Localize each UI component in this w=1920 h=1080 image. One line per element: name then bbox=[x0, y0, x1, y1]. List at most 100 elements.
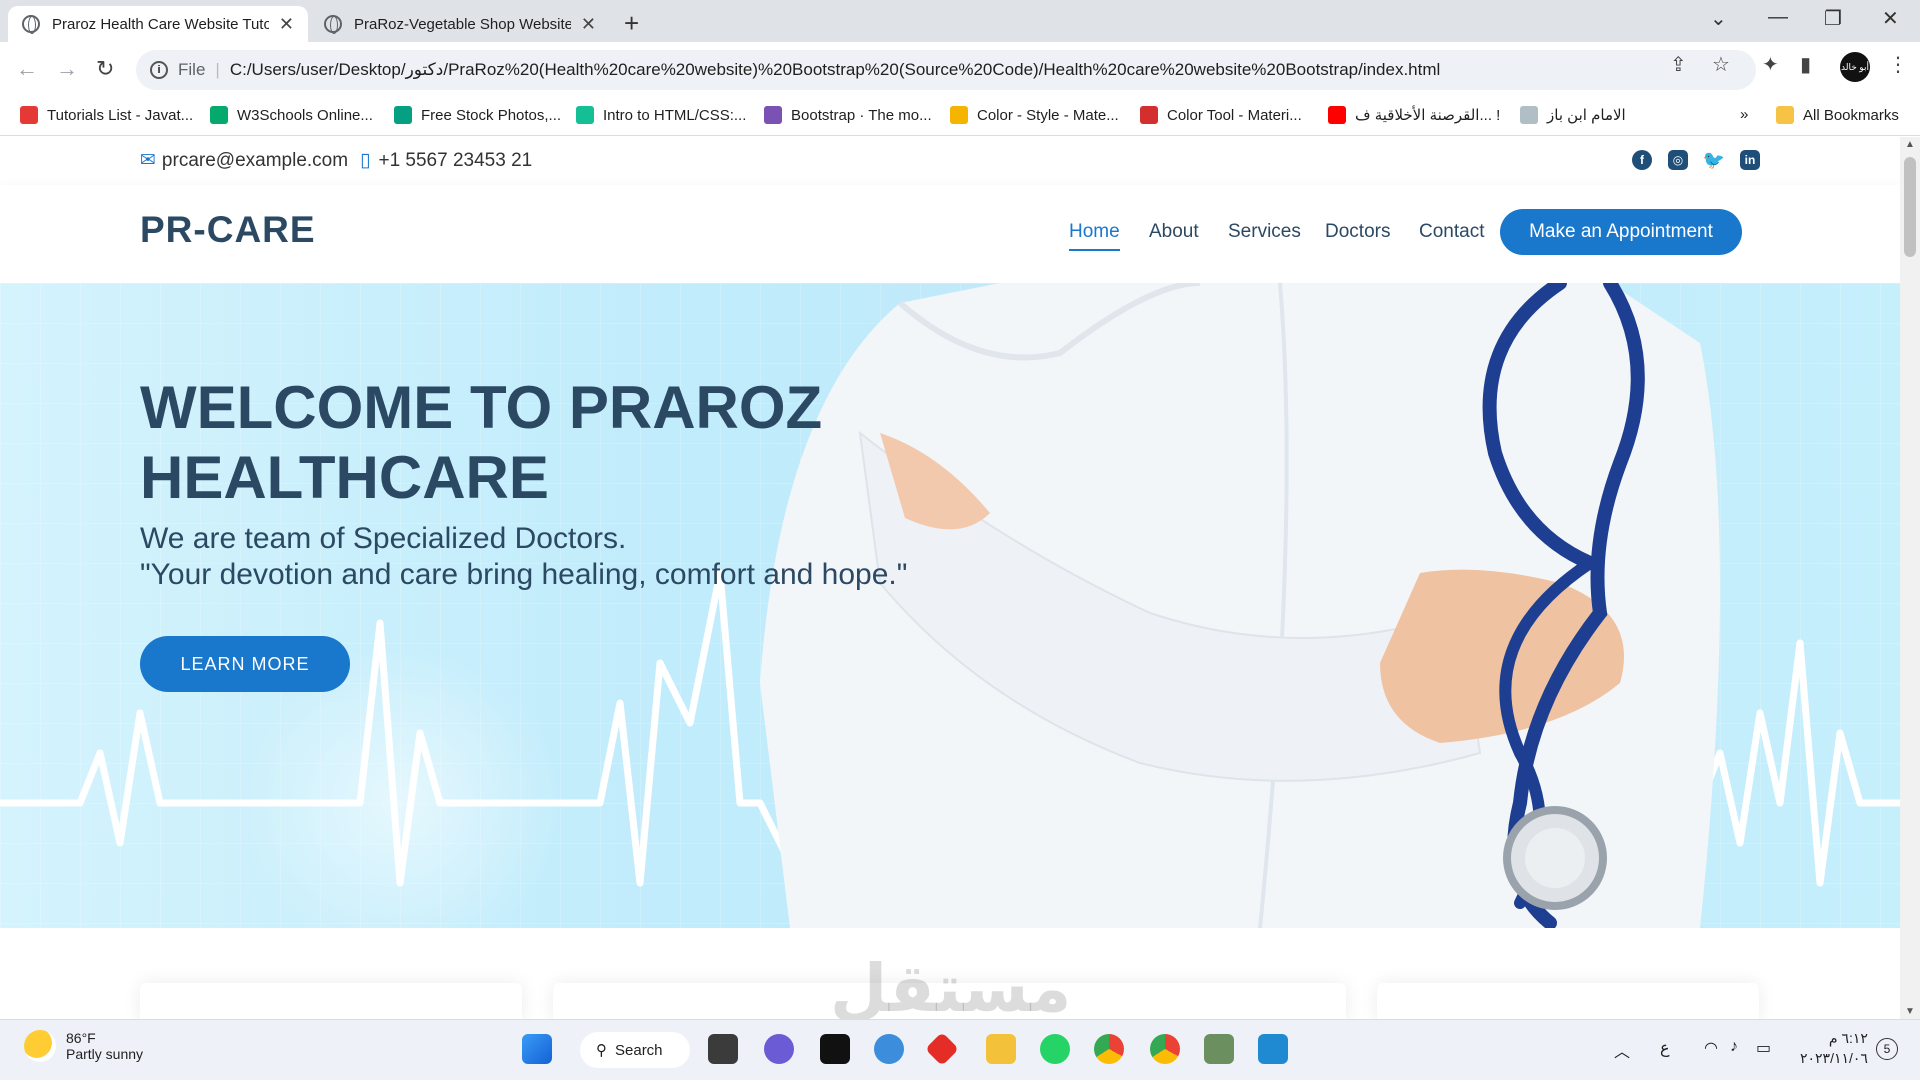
tab-inactive[interactable]: PraRoz-Vegetable Shop Website ✕ bbox=[310, 6, 610, 42]
feature-card bbox=[140, 983, 522, 1019]
app-icon[interactable] bbox=[925, 1032, 959, 1066]
app-icon[interactable] bbox=[820, 1034, 850, 1064]
bookmark-item[interactable]: Intro to HTML/CSS:... bbox=[576, 106, 746, 124]
keyboard-language[interactable]: ع bbox=[1660, 1038, 1670, 1058]
more-bookmarks-icon[interactable]: » bbox=[1740, 106, 1748, 123]
bookmark-item[interactable]: الامام ابن باز bbox=[1520, 106, 1626, 124]
notification-badge[interactable]: 5 bbox=[1876, 1038, 1898, 1060]
feature-card bbox=[1377, 983, 1759, 1019]
bookmark-icon bbox=[764, 106, 782, 124]
web-page: ✉ prcare@example.com ▯ +1 5567 23453 21 … bbox=[0, 137, 1900, 1019]
facebook-icon[interactable]: f bbox=[1632, 150, 1652, 170]
taskbar-search[interactable]: ⚲ Search bbox=[580, 1032, 690, 1068]
tab-title: PraRoz-Vegetable Shop Website bbox=[354, 15, 571, 33]
youtube-icon bbox=[1328, 106, 1346, 124]
forward-icon[interactable]: → bbox=[56, 56, 78, 82]
windows-taskbar: 86°F Partly sunny ⚲ Search ︿ ع ◠ ♪ ▭ ٦:١… bbox=[0, 1019, 1920, 1080]
vscode-icon[interactable] bbox=[1258, 1034, 1288, 1064]
page-scrollbar[interactable]: ▲ ▼ bbox=[1900, 137, 1920, 1019]
battery-icon[interactable]: ▭ bbox=[1756, 1038, 1771, 1058]
avatar[interactable]: أبو خالد bbox=[1840, 52, 1870, 82]
scroll-down-icon[interactable]: ▼ bbox=[1905, 1006, 1915, 1017]
edge-icon[interactable] bbox=[874, 1034, 904, 1064]
clock-date: ٢٠٢٣/١١/٠٦ bbox=[1800, 1050, 1868, 1066]
nav-doctors[interactable]: Doctors bbox=[1325, 221, 1390, 243]
sidepanel-icon[interactable]: ▮ bbox=[1800, 52, 1811, 77]
menu-icon[interactable]: ⋮ bbox=[1888, 52, 1908, 77]
bookmark-item[interactable]: Bootstrap · The mo... bbox=[764, 106, 932, 124]
phone-icon: ▯ bbox=[360, 150, 371, 171]
bookmark-icon bbox=[1520, 106, 1538, 124]
site-logo[interactable]: PR-CARE bbox=[140, 209, 316, 251]
file-explorer-icon[interactable] bbox=[986, 1034, 1016, 1064]
new-tab-button[interactable]: + bbox=[624, 8, 639, 39]
taskbar-clock[interactable]: ٦:١٢ م ٢٠٢٣/١١/٠٦ bbox=[1800, 1028, 1868, 1068]
tab-search-icon[interactable]: ⌄ bbox=[1710, 6, 1727, 31]
search-icon: ⚲ bbox=[596, 1042, 607, 1059]
clock-time: ٦:١٢ م bbox=[1828, 1030, 1868, 1046]
address-bar[interactable]: i File | C:/Users/user/Desktop/دكتور/Pra… bbox=[136, 50, 1756, 90]
address-scheme: File bbox=[178, 60, 206, 79]
chrome-icon[interactable] bbox=[1094, 1034, 1124, 1064]
nav-services[interactable]: Services bbox=[1228, 221, 1301, 243]
close-icon[interactable]: ✕ bbox=[279, 14, 294, 35]
watermark-logo: مستقل bbox=[830, 951, 1072, 1025]
star-icon[interactable]: ☆ bbox=[1712, 52, 1730, 77]
extensions-icon[interactable]: ✦ bbox=[1762, 52, 1779, 77]
scroll-up-icon[interactable]: ▲ bbox=[1905, 139, 1915, 150]
bookmark-icon bbox=[210, 106, 228, 124]
nav-contact[interactable]: Contact bbox=[1419, 221, 1484, 243]
share-icon[interactable]: ⇪ bbox=[1670, 52, 1687, 77]
wifi-icon[interactable]: ◠ bbox=[1704, 1038, 1718, 1058]
minimize-button[interactable]: — bbox=[1768, 6, 1788, 29]
bookmark-item[interactable]: القرصنة الأخلاقية ف... ! bbox=[1328, 106, 1500, 124]
bookmark-icon bbox=[576, 106, 594, 124]
bookmark-item[interactable]: Tutorials List - Javat... bbox=[20, 106, 193, 124]
twitter-icon[interactable]: 🐦 bbox=[1703, 150, 1725, 170]
hero-subtitle-line: We are team of Specialized Doctors. bbox=[140, 522, 627, 555]
nav-about[interactable]: About bbox=[1149, 221, 1199, 243]
bookmark-icon bbox=[394, 106, 412, 124]
bookmark-item[interactable]: Color Tool - Materi... bbox=[1140, 106, 1302, 124]
scroll-thumb[interactable] bbox=[1904, 157, 1916, 257]
hero-subtitle: We are team of Specialized Doctors. "You… bbox=[140, 521, 1040, 593]
bookmark-icon bbox=[950, 106, 968, 124]
folder-icon bbox=[1776, 106, 1794, 124]
bookmark-item[interactable]: W3Schools Online... bbox=[210, 106, 373, 124]
maximize-button[interactable]: ❐ bbox=[1824, 6, 1842, 31]
tab-active[interactable]: Praroz Health Care Website Tuto ✕ bbox=[8, 6, 308, 42]
bookmark-icon bbox=[20, 106, 38, 124]
learn-more-button[interactable]: LEARN MORE bbox=[140, 636, 350, 692]
weather-widget[interactable]: 86°F Partly sunny bbox=[24, 1030, 143, 1062]
linkedin-icon[interactable]: in bbox=[1740, 150, 1760, 170]
all-bookmarks-button[interactable]: All Bookmarks bbox=[1776, 106, 1899, 124]
chrome-icon[interactable] bbox=[1150, 1034, 1180, 1064]
whatsapp-icon[interactable] bbox=[1040, 1034, 1070, 1064]
envelope-icon: ✉ bbox=[140, 150, 156, 171]
bookmark-item[interactable]: Free Stock Photos,... bbox=[394, 106, 561, 124]
nav-home[interactable]: Home bbox=[1069, 221, 1120, 251]
partly-sunny-icon bbox=[24, 1030, 56, 1062]
globe-icon bbox=[324, 15, 342, 34]
browser-toolbar: ← → ↻ i File | C:/Users/user/Desktop/دكت… bbox=[0, 42, 1920, 98]
weather-condition: Partly sunny bbox=[66, 1046, 144, 1062]
app-icon[interactable] bbox=[1204, 1034, 1234, 1064]
instagram-icon[interactable]: ◎ bbox=[1668, 150, 1688, 170]
email-info: ✉ prcare@example.com bbox=[140, 149, 349, 172]
volume-icon[interactable]: ♪ bbox=[1730, 1038, 1738, 1056]
bookmarks-bar: Tutorials List - Javat... W3Schools Onli… bbox=[0, 98, 1920, 136]
teams-icon[interactable] bbox=[764, 1034, 794, 1064]
phone-info: ▯ +1 5567 23453 21 bbox=[360, 149, 533, 172]
chevron-up-icon[interactable]: ︿ bbox=[1614, 1038, 1630, 1062]
reload-icon[interactable]: ↻ bbox=[96, 56, 114, 82]
tab-strip: Praroz Health Care Website Tuto ✕ PraRoz… bbox=[0, 0, 1920, 42]
windows-start-icon[interactable] bbox=[522, 1034, 552, 1064]
hero-title: WELCOME TO PRAROZ HEALTHCARE bbox=[140, 374, 823, 511]
close-window-button[interactable]: ✕ bbox=[1882, 6, 1899, 31]
info-icon[interactable]: i bbox=[150, 61, 168, 79]
close-icon[interactable]: ✕ bbox=[581, 14, 596, 35]
back-icon[interactable]: ← bbox=[16, 56, 38, 82]
bookmark-item[interactable]: Color - Style - Mate... bbox=[950, 106, 1119, 124]
appointment-button[interactable]: Make an Appointment bbox=[1500, 209, 1742, 255]
task-view-icon[interactable] bbox=[708, 1034, 738, 1064]
